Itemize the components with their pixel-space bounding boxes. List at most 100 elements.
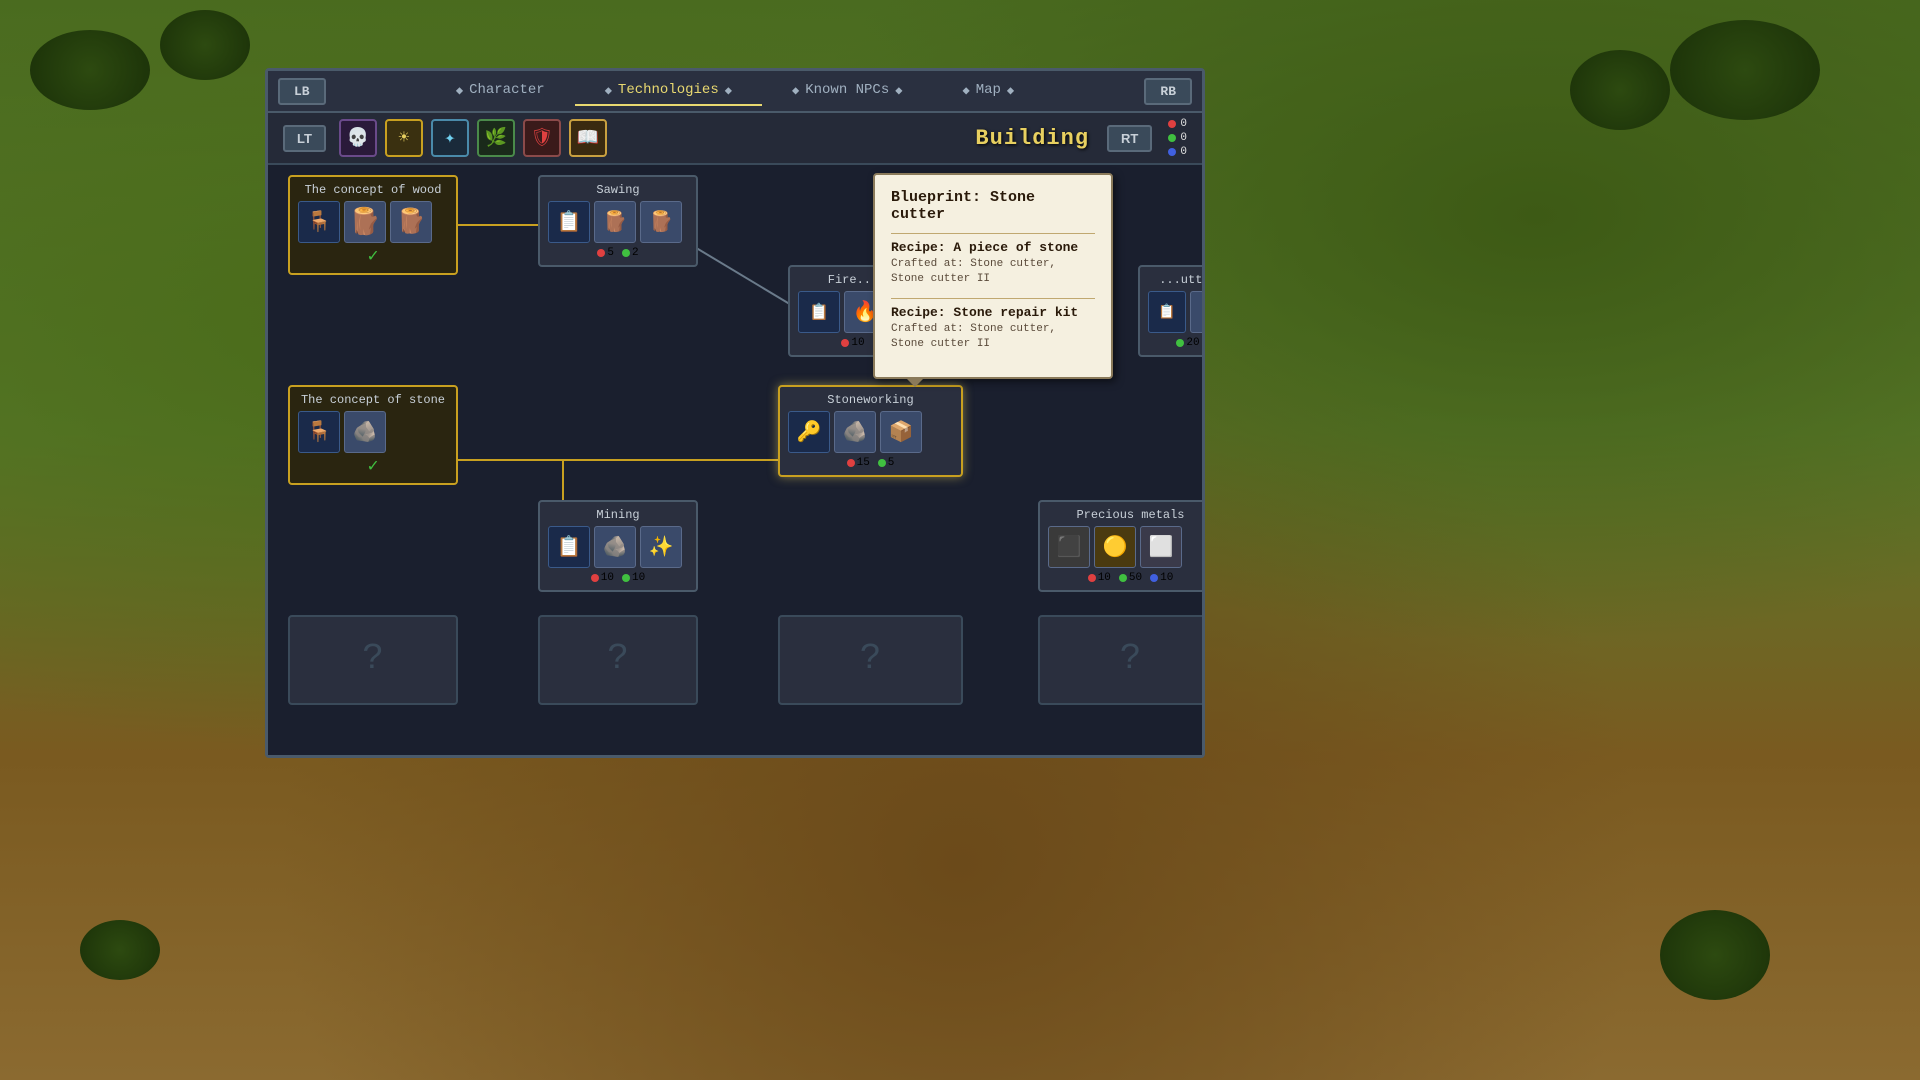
item-mining-ore: ✨ bbox=[640, 526, 682, 568]
cost-pm-dot-b bbox=[1150, 574, 1158, 582]
node-precious-metals[interactable]: Precious metals ⬛ 🟡 ⬜ 10 50 10 bbox=[1038, 500, 1202, 592]
category-title: Building bbox=[975, 126, 1089, 151]
cost-sw-red-val: 15 bbox=[857, 457, 870, 469]
item-sw-box: 📦 bbox=[880, 411, 922, 453]
cost-dot-green bbox=[622, 249, 630, 257]
cost-sawing-green-val: 2 bbox=[632, 247, 639, 259]
item-log1: 🪵 bbox=[344, 201, 386, 243]
item-sc-item: ⚒ bbox=[1190, 291, 1202, 333]
cost-sc-val: 20 bbox=[1186, 337, 1199, 349]
cost-sw-dot-r bbox=[847, 459, 855, 467]
category-skull[interactable]: 💀 bbox=[339, 119, 377, 157]
tech-tree-content: The concept of wood 🪑 🪵 🪵 ✓ Sawing 📋 🪵 🪵… bbox=[268, 165, 1202, 755]
node-concept-wood-items: 🪑 🪵 🪵 bbox=[298, 201, 448, 243]
cost-mining-dot-g bbox=[622, 574, 630, 582]
tab-arrow-left: ◆ bbox=[456, 83, 463, 98]
node-mining[interactable]: Mining 📋 🪨 ✨ 10 10 bbox=[538, 500, 698, 592]
cost-sawing-red: 5 bbox=[597, 247, 614, 259]
question-mark-2: ? bbox=[548, 623, 688, 694]
category-book[interactable]: 📖 bbox=[569, 119, 607, 157]
rb-button[interactable]: RB bbox=[1144, 78, 1192, 105]
cost-pm-dot-r bbox=[1088, 574, 1096, 582]
tree-decoration bbox=[80, 920, 160, 980]
item-blueprint: 🪑 bbox=[298, 201, 340, 243]
item-sw-stone: 🪨 bbox=[834, 411, 876, 453]
node-unknown-1[interactable]: ? bbox=[288, 615, 458, 705]
item-silver: ⬛ bbox=[1048, 526, 1090, 568]
node-unknown-4[interactable]: ? bbox=[1038, 615, 1202, 705]
node-concept-wood[interactable]: The concept of wood 🪑 🪵 🪵 ✓ bbox=[288, 175, 458, 275]
cost-pm-green: 50 bbox=[1119, 572, 1142, 584]
node-unknown-2[interactable]: ? bbox=[538, 615, 698, 705]
tab-arrow-right: ◆ bbox=[725, 83, 732, 98]
tab-map[interactable]: ◆ Map ◆ bbox=[932, 76, 1044, 106]
res-val-green: 0 bbox=[1180, 132, 1187, 144]
node-stoneworking-items: 🔑 🪨 📦 bbox=[788, 411, 953, 453]
item-platinum: ⬜ bbox=[1140, 526, 1182, 568]
cost-dot-red bbox=[597, 249, 605, 257]
cost-mining-green-val: 10 bbox=[632, 572, 645, 584]
item-mining-stone: 🪨 bbox=[594, 526, 636, 568]
tab-technologies[interactable]: ◆ Technologies ◆ bbox=[575, 76, 762, 106]
lb-button[interactable]: LB bbox=[278, 78, 326, 105]
tooltip-divider2 bbox=[891, 298, 1095, 299]
node-stoneworking-costs: 15 5 bbox=[788, 457, 953, 469]
node-concept-stone-title: The concept of stone bbox=[298, 393, 448, 407]
node-stonecutter[interactable]: ...utter 📋 ⚒ 20 bbox=[1138, 265, 1202, 357]
node-mining-items: 📋 🪨 ✨ bbox=[548, 526, 688, 568]
node-unknown-3[interactable]: ? bbox=[778, 615, 963, 705]
category-shield[interactable]: 🛡 bbox=[523, 119, 561, 157]
node-sawing-title: Sawing bbox=[548, 183, 688, 197]
node-stoneworking-title: Stoneworking bbox=[788, 393, 953, 407]
tooltip-title: Blueprint: Stone cutter bbox=[891, 189, 1095, 223]
cost-pm-red: 10 bbox=[1088, 572, 1111, 584]
res-dot-red bbox=[1168, 120, 1176, 128]
item-gold: 🟡 bbox=[1094, 526, 1136, 568]
item-saw-stump: 🪵 bbox=[640, 201, 682, 243]
category-bar: LT 💀 ☀ ✦ 🌿 🛡 📖 Building RT 0 0 0 bbox=[268, 113, 1202, 165]
node-concept-wood-title: The concept of wood bbox=[298, 183, 448, 197]
item-sc-bp: 📋 bbox=[1148, 291, 1186, 333]
tab-arrow-right3: ◆ bbox=[895, 83, 902, 98]
tab-arrow-left3: ◆ bbox=[792, 83, 799, 98]
lt-button[interactable]: LT bbox=[283, 125, 326, 152]
cost-sawing-green: 2 bbox=[622, 247, 639, 259]
category-sun[interactable]: ☀ bbox=[385, 119, 423, 157]
node-stoneworking[interactable]: Stoneworking 🔑 🪨 📦 15 5 bbox=[778, 385, 963, 477]
node-concept-wood-check: ✓ bbox=[298, 245, 448, 267]
node-mining-costs: 10 10 bbox=[548, 572, 688, 584]
res-val-red: 0 bbox=[1180, 118, 1187, 130]
tab-character[interactable]: ◆ Character bbox=[426, 76, 575, 106]
node-concept-stone[interactable]: The concept of stone 🪑 🪨 ✓ bbox=[288, 385, 458, 485]
node-mining-title: Mining bbox=[548, 508, 688, 522]
question-mark-3: ? bbox=[788, 623, 953, 694]
cost-fire-red: 10 bbox=[841, 337, 864, 349]
cost-mining-green: 10 bbox=[622, 572, 645, 584]
nav-tabs: ◆ Character ◆ Technologies ◆ ◆ Known NPC… bbox=[334, 76, 1137, 106]
node-sawing[interactable]: Sawing 📋 🪵 🪵 5 2 bbox=[538, 175, 698, 267]
item-saw-log: 🪵 bbox=[594, 201, 636, 243]
resource-red: 0 bbox=[1168, 118, 1187, 130]
question-mark-1: ? bbox=[298, 623, 448, 694]
item-log2: 🪵 bbox=[390, 201, 432, 243]
cost-fire-dot bbox=[841, 339, 849, 347]
node-stonecutter-costs: 20 bbox=[1148, 337, 1202, 349]
tree-decoration bbox=[160, 10, 250, 80]
item-saw-blueprint: 📋 bbox=[548, 201, 590, 243]
node-concept-stone-items: 🪑 🪨 bbox=[298, 411, 448, 453]
resource-green: 0 bbox=[1168, 132, 1187, 144]
category-feather[interactable]: ✦ bbox=[431, 119, 469, 157]
cost-sw-dot-g bbox=[878, 459, 886, 467]
tab-arrow-left2: ◆ bbox=[605, 83, 612, 98]
item-mining-bp: 📋 bbox=[548, 526, 590, 568]
node-precious-metals-items: ⬛ 🟡 ⬜ bbox=[1048, 526, 1202, 568]
tab-arrow-right4: ◆ bbox=[1007, 83, 1014, 98]
tab-known-npcs[interactable]: ◆ Known NPCs ◆ bbox=[762, 76, 932, 106]
node-sawing-costs: 5 2 bbox=[548, 247, 688, 259]
category-leaf[interactable]: 🌿 bbox=[477, 119, 515, 157]
cost-sw-red: 15 bbox=[847, 457, 870, 469]
cost-sw-green: 5 bbox=[878, 457, 895, 469]
question-mark-4: ? bbox=[1048, 623, 1202, 694]
rt-button[interactable]: RT bbox=[1107, 125, 1152, 152]
cost-pm-dot-g bbox=[1119, 574, 1127, 582]
